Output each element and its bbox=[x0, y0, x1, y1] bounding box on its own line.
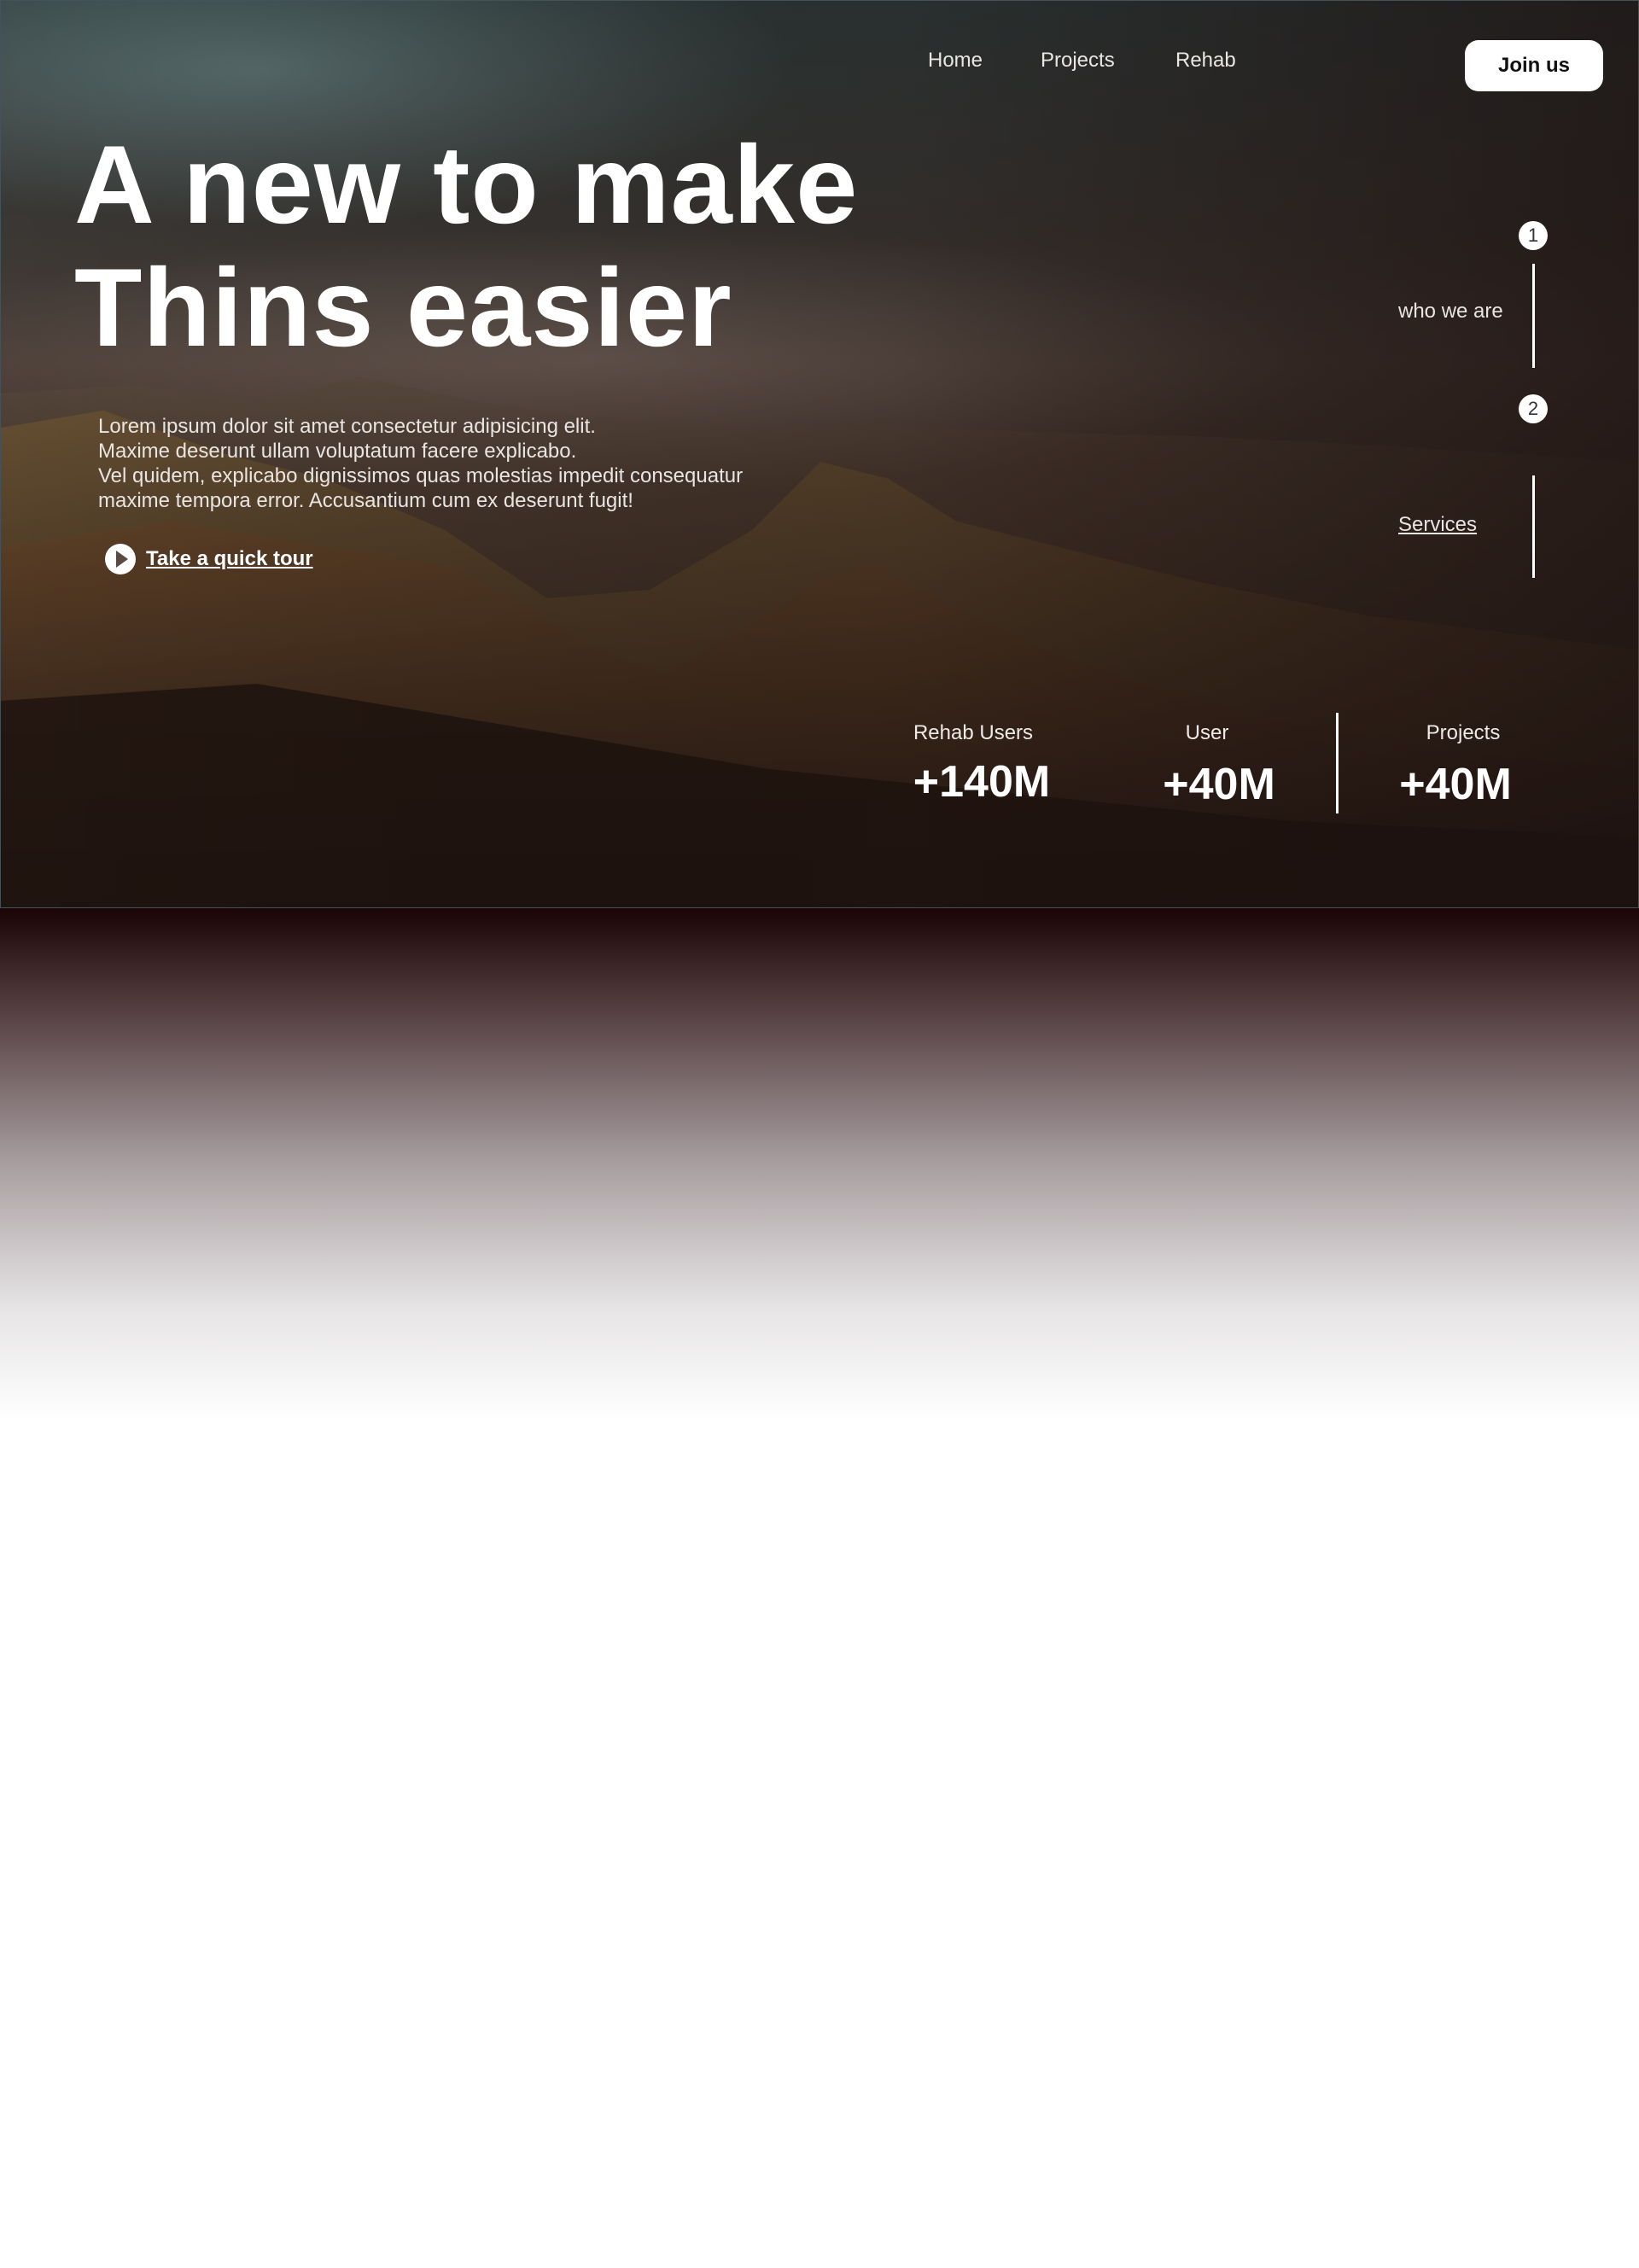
hero-headline-line2: Thins easier bbox=[74, 245, 732, 370]
stat-rehab-users-value: +140M bbox=[913, 757, 1051, 807]
join-us-button[interactable]: Join us bbox=[1465, 40, 1603, 91]
play-icon[interactable] bbox=[105, 544, 136, 574]
stat-user-label: User bbox=[1185, 721, 1229, 744]
stats-divider bbox=[1336, 713, 1339, 813]
hero-section: Home Projects Rehab Join us A new to mak… bbox=[0, 0, 1639, 908]
nav-home-link[interactable]: Home bbox=[928, 49, 983, 73]
step-2-badge[interactable]: 2 bbox=[1519, 394, 1548, 423]
nav-projects-link[interactable]: Projects bbox=[1041, 49, 1115, 73]
stat-projects-label: Projects bbox=[1426, 721, 1501, 744]
step-2-line bbox=[1532, 475, 1535, 578]
stat-user-value: +40M bbox=[1163, 760, 1275, 809]
step-services-link[interactable]: Services bbox=[1398, 513, 1477, 537]
hero-description: Lorem ipsum dolor sit amet consectetur a… bbox=[98, 414, 849, 513]
step-1-badge[interactable]: 1 bbox=[1519, 221, 1548, 250]
quick-tour-label[interactable]: Take a quick tour bbox=[146, 547, 313, 571]
hero-description-line: maxime tempora error. Accusantium cum ex… bbox=[98, 489, 633, 512]
stat-projects-value: +40M bbox=[1399, 760, 1512, 809]
hero-bottom-fade bbox=[0, 908, 1639, 1420]
hero-headline-line1: A new to make bbox=[74, 122, 859, 247]
nav-rehab-link[interactable]: Rehab bbox=[1175, 49, 1236, 73]
hero-description-line: Vel quidem, explicabo dignissimos quas m… bbox=[98, 464, 744, 487]
quick-tour-link[interactable]: Take a quick tour bbox=[105, 544, 313, 574]
hero-description-line: Lorem ipsum dolor sit amet consectetur a… bbox=[98, 415, 596, 438]
step-1-line bbox=[1532, 264, 1535, 368]
step-who-we-are-label[interactable]: who we are bbox=[1398, 300, 1503, 324]
stat-rehab-users-label: Rehab Users bbox=[913, 721, 1034, 744]
hero-description-line: Maxime deserunt ullam voluptatum facere … bbox=[98, 440, 577, 463]
